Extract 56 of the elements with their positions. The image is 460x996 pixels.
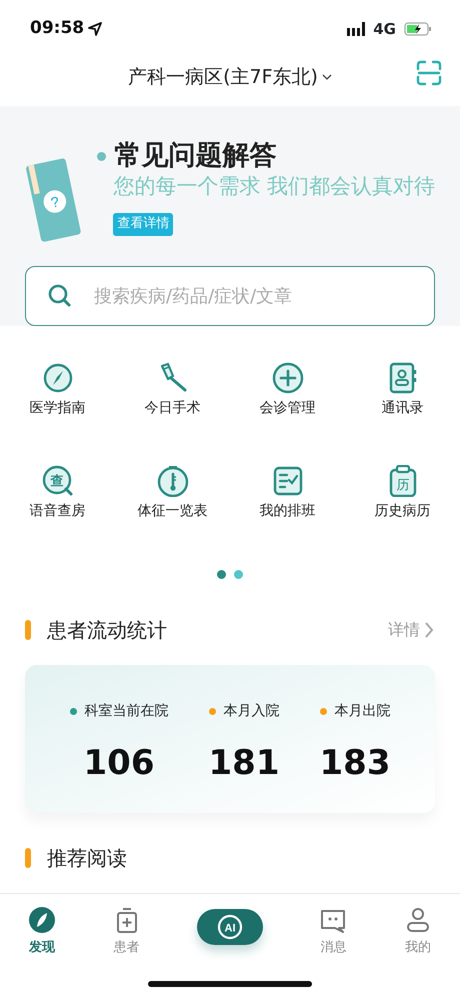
- shortcut-item[interactable]: 体征一览表: [115, 465, 230, 522]
- ward-title: 产科一病区(主7F东北): [128, 64, 318, 90]
- page-dot[interactable]: [217, 570, 226, 579]
- leaf-icon: [28, 906, 56, 934]
- shortcut-label: 历史病历: [374, 502, 430, 521]
- ward-selector[interactable]: 产科一病区(主7F东北): [128, 62, 332, 92]
- shortcut-item[interactable]: 今日手术: [115, 362, 230, 419]
- checklist-icon: [272, 465, 304, 497]
- thermometer-icon: [156, 465, 188, 497]
- network-label: 4G: [373, 18, 396, 40]
- shortcut-item[interactable]: 医学指南: [0, 362, 115, 419]
- shortcut-label: 通讯录: [382, 399, 424, 418]
- shortcut-item[interactable]: 查 语音查房: [0, 465, 115, 522]
- chevron-down-icon: [322, 73, 332, 81]
- shortcut-label: 今日手术: [144, 399, 200, 418]
- tab-item[interactable]: 我的: [404, 906, 432, 958]
- tab-item[interactable]: 消息: [319, 906, 348, 958]
- shortcut-label: 我的排班: [260, 502, 316, 521]
- section-title: 推荐阅读: [47, 845, 127, 872]
- shortcut-label: 体征一览表: [138, 502, 208, 521]
- section-marker: [25, 620, 31, 640]
- compass-icon: [42, 362, 74, 394]
- stat-value: 183: [320, 742, 390, 785]
- shortcut-item[interactable]: 我的排班: [230, 465, 345, 522]
- shortcut-item[interactable]: 历 历史病历: [345, 465, 460, 522]
- location-icon: [88, 22, 102, 36]
- section-title: 患者流动统计: [47, 617, 167, 644]
- stat-value: 106: [84, 742, 154, 785]
- stat-label: 本月出院: [334, 702, 390, 721]
- shortcut-item[interactable]: 通讯录: [345, 362, 460, 419]
- stat-label: 本月入院: [224, 702, 280, 721]
- tab-item[interactable]: 发现: [28, 906, 56, 958]
- search-input[interactable]: 搜索疾病/药品/症状/文章: [92, 282, 412, 310]
- stat-label: 科室当前在院: [84, 702, 168, 721]
- search-icon: [48, 284, 72, 308]
- status-time: 09:58: [30, 17, 84, 40]
- shortcut-item[interactable]: 会诊管理: [230, 362, 345, 419]
- battery-icon: [404, 22, 432, 36]
- search-box[interactable]: 搜索疾病/药品/症状/文章: [25, 266, 435, 326]
- shortcut-label: 医学指南: [30, 399, 86, 418]
- plus-circle-icon: [272, 362, 304, 394]
- banner-subtitle: 您的每一个需求 我们都会认真对待: [113, 173, 435, 200]
- banner-title: 常见问题解答: [114, 140, 276, 172]
- page-dot[interactable]: [234, 570, 243, 579]
- shortcut-label: 语音查房: [30, 502, 86, 521]
- chevron-right-icon: [424, 621, 434, 639]
- shortcut-label: 会诊管理: [260, 399, 316, 418]
- ai-label: AI: [216, 914, 243, 940]
- stat-value: 181: [208, 742, 280, 785]
- bullet-dot: [97, 152, 106, 161]
- scan-icon[interactable]: [416, 60, 442, 86]
- section-marker: [25, 848, 31, 868]
- signal-icon: [347, 22, 366, 36]
- search-icon: 查: [42, 465, 74, 497]
- tab-item[interactable]: 患者: [112, 906, 141, 958]
- ai-button[interactable]: AI: [196, 909, 263, 945]
